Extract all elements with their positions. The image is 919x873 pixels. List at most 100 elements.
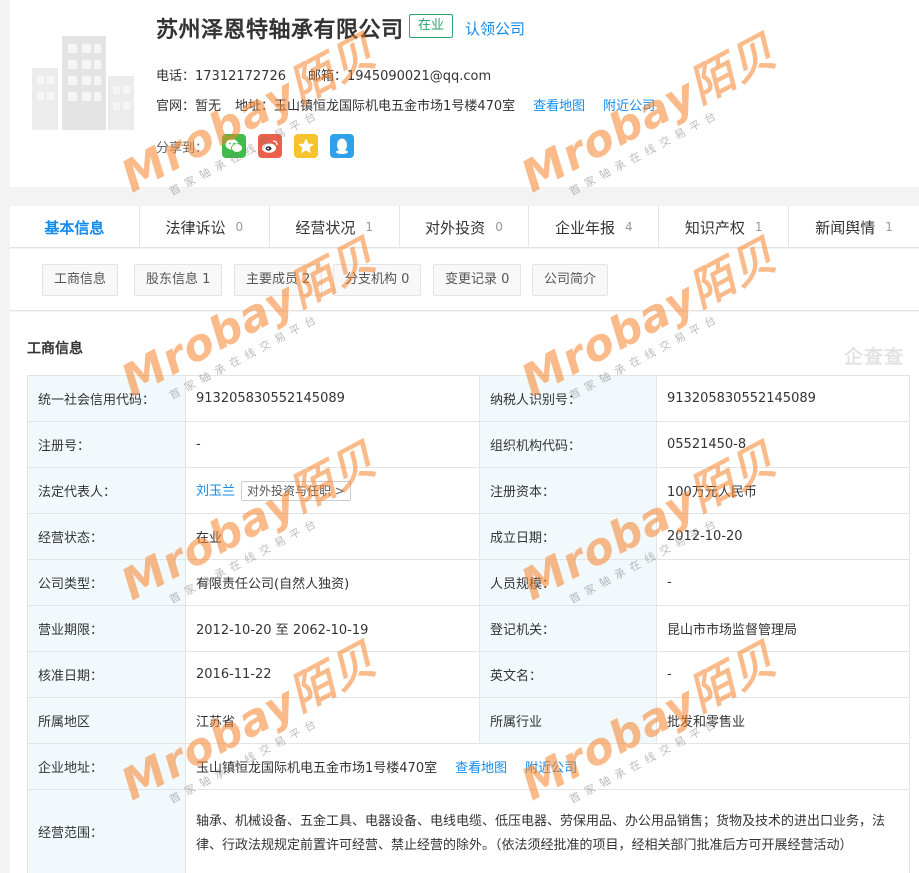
- tab-label: 企业年报: [555, 218, 616, 237]
- field-label: 注册资本：: [479, 467, 657, 514]
- company-name: 苏州泽恩特轴承有限公司: [156, 18, 404, 43]
- address-label: 地址：: [235, 99, 275, 114]
- subtab-profile[interactable]: 公司简介: [532, 264, 609, 296]
- business-info-panel: 工商信息 企查查 统一社会信用代码： 913205830552145089 纳税…: [10, 312, 919, 873]
- table-row: 公司类型： 有限责任公司(自然人独资) 人员规模： -: [27, 559, 910, 606]
- section-title: 工商信息: [27, 341, 83, 357]
- table-row: 注册号： - 组织机构代码： 05521450-8: [27, 421, 910, 468]
- claim-company-link[interactable]: 认领公司: [465, 18, 525, 39]
- rep-investments-button[interactable]: 对外投资与任职 >: [241, 481, 351, 501]
- tab-label: 对外投资: [425, 218, 486, 237]
- tab-ip[interactable]: 知识产权 1: [659, 206, 790, 248]
- field-value: 2012-10-20 至 2062-10-19: [185, 605, 480, 652]
- table-row: 营业期限： 2012-10-20 至 2062-10-19 登记机关： 昆山市市…: [27, 605, 910, 652]
- company-address-cell: 玉山镇恒龙国际机电五金市场1号楼470室 查看地图 附近公司: [185, 743, 910, 790]
- subtab-changes[interactable]: 变更记录 0: [433, 264, 522, 296]
- address-nearby-link[interactable]: 附近公司: [525, 761, 577, 776]
- field-label: 人员规模：: [479, 559, 657, 606]
- table-row: 企业地址： 玉山镇恒龙国际机电五金市场1号楼470室 查看地图 附近公司: [27, 743, 910, 790]
- field-label: 企业地址：: [27, 743, 186, 790]
- field-label: 组织机构代码：: [479, 421, 657, 468]
- company-address: 玉山镇恒龙国际机电五金市场1号楼470室: [196, 761, 438, 776]
- field-label: 所属地区: [27, 697, 186, 744]
- field-label: 英文名：: [479, 651, 657, 698]
- tab-operations[interactable]: 经营状况 1: [270, 206, 400, 248]
- website-label: 官网：: [156, 99, 196, 114]
- tab-count: 0: [235, 220, 244, 234]
- field-label: 营业期限：: [27, 605, 186, 652]
- company-logo-icon: [32, 36, 134, 130]
- tab-count: 1: [885, 220, 893, 234]
- tab-label: 基本信息: [44, 218, 105, 237]
- subtab-shareholders[interactable]: 股东信息 1: [134, 264, 223, 296]
- subtab-business-info[interactable]: 工商信息: [42, 264, 119, 296]
- field-label: 经营范围：: [27, 789, 186, 873]
- field-value: 批发和零售业: [656, 697, 910, 744]
- table-row: 经营状态： 在业 成立日期： 2012-10-20: [27, 513, 910, 560]
- qq-icon[interactable]: [330, 134, 355, 158]
- field-label: 所属行业: [479, 697, 657, 744]
- field-label: 纳税人识别号：: [479, 375, 657, 422]
- table-row: 所属地区 江苏省 所属行业 批发和零售业: [27, 697, 910, 744]
- tab-label: 法律诉讼: [165, 218, 226, 237]
- company-header: 苏州泽恩特轴承有限公司 在业 认领公司 电话：17312172726 邮箱：194…: [10, 0, 919, 187]
- legal-rep-link[interactable]: 刘玉兰: [196, 484, 235, 499]
- email-value: 1945090021@qq.com: [347, 69, 492, 84]
- field-value: 2016-11-22: [185, 651, 480, 698]
- tab-basic-info[interactable]: 基本信息: [10, 206, 140, 248]
- table-row: 统一社会信用代码： 913205830552145089 纳税人识别号： 913…: [27, 375, 910, 422]
- tab-count: 4: [625, 220, 633, 234]
- field-label: 登记机关：: [479, 605, 657, 652]
- status-badge: 在业: [409, 14, 454, 38]
- field-label: 注册号：: [27, 421, 186, 468]
- field-value: 2012-10-20: [656, 513, 910, 560]
- tab-annual-reports[interactable]: 企业年报 4: [529, 206, 660, 248]
- field-value: 913205830552145089: [656, 375, 910, 422]
- sub-tabs: 工商信息 股东信息 1 主要成员 2 分支机构 0 变更记录 0 公司简介: [10, 249, 919, 311]
- field-value: -: [656, 559, 910, 606]
- field-value: 100万元人民币: [656, 467, 910, 514]
- main-tabs: 基本信息 法律诉讼 0 经营状况 1 对外投资 0 企业年报 4 知识产权 1 新闻舆情 1: [10, 206, 919, 248]
- field-value: 在业: [185, 513, 480, 560]
- address-value: 玉山镇恒龙国际机电五金市场1号楼470室: [274, 99, 516, 114]
- phone-value: 17312172726: [195, 69, 286, 84]
- website-value: 暂无: [195, 99, 222, 114]
- qzone-icon[interactable]: [294, 134, 319, 158]
- field-value: 05521450-8: [656, 421, 910, 468]
- field-value: 江苏省: [185, 697, 480, 744]
- tab-investments[interactable]: 对外投资 0: [400, 206, 530, 248]
- website-address-line: 官网：暂无 地址：玉山镇恒龙国际机电五金市场1号楼470室 查看地图 附近公司: [156, 95, 655, 114]
- field-value: -: [185, 421, 480, 468]
- phone-label: 电话：: [156, 69, 196, 84]
- tab-news[interactable]: 新闻舆情 1: [789, 206, 919, 248]
- share-label: 分享到：: [156, 140, 209, 156]
- tab-litigation[interactable]: 法律诉讼 0: [140, 206, 270, 248]
- field-value: 913205830552145089: [185, 375, 480, 422]
- nearby-companies-link[interactable]: 附近公司: [603, 99, 655, 114]
- tab-count: 1: [754, 220, 763, 234]
- table-row: 法定代表人： 刘玉兰 对外投资与任职 > 注册资本： 100万元人民币: [27, 467, 910, 514]
- business-scope: 轴承、机械设备、五金工具、电器设备、电线电缆、低压电器、劳保用品、办公用品销售；…: [185, 789, 910, 873]
- weibo-icon[interactable]: [258, 134, 283, 158]
- subtab-members[interactable]: 主要成员 2: [234, 264, 323, 296]
- wechat-icon[interactable]: [222, 134, 247, 158]
- field-value: 昆山市市场监督管理局: [656, 605, 910, 652]
- address-view-map-link[interactable]: 查看地图: [455, 761, 507, 776]
- share-row: 分享到：: [156, 134, 355, 158]
- field-label: 经营状态：: [27, 513, 186, 560]
- field-label: 核准日期：: [27, 651, 186, 698]
- field-label: 统一社会信用代码：: [27, 375, 186, 422]
- table-row: 经营范围： 轴承、机械设备、五金工具、电器设备、电线电缆、低压电器、劳保用品、办…: [27, 789, 910, 873]
- view-map-link[interactable]: 查看地图: [533, 99, 585, 114]
- field-label: 法定代表人：: [27, 467, 186, 514]
- tab-count: 0: [495, 220, 503, 234]
- table-row: 核准日期： 2016-11-22 英文名： -: [27, 651, 910, 698]
- field-label: 成立日期：: [479, 513, 657, 560]
- tab-label: 知识产权: [684, 218, 745, 237]
- contact-line: 电话：17312172726 邮箱：1945090021@qq.com: [156, 65, 491, 84]
- legal-rep-cell: 刘玉兰 对外投资与任职 >: [185, 467, 480, 514]
- business-info-table: 统一社会信用代码： 913205830552145089 纳税人识别号： 913…: [27, 375, 910, 873]
- subtab-branches[interactable]: 分支机构 0: [333, 264, 422, 296]
- brand-watermark: 企查查: [844, 346, 905, 368]
- tab-label: 新闻舆情: [815, 218, 876, 237]
